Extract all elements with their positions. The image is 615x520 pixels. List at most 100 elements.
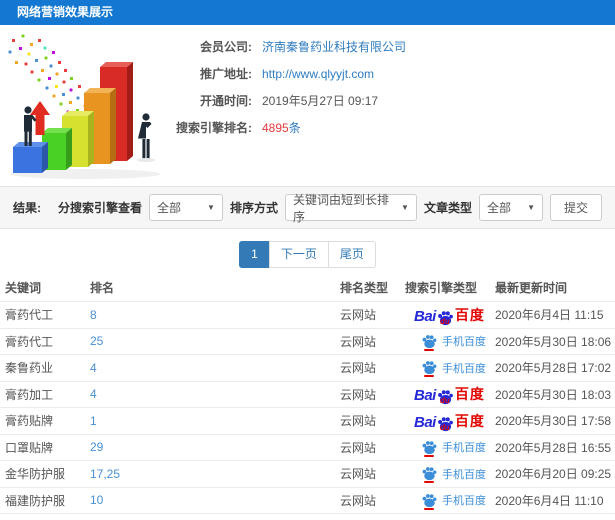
open-time-label: 开通时间: — [200, 94, 252, 108]
info-row-rank-count: 搜索引擎排名: 4895条 — [168, 114, 406, 141]
baidu-mobile-paw-icon — [422, 466, 437, 484]
rank-cell[interactable]: 4 — [85, 361, 335, 375]
pagination-next[interactable]: 下一页 — [268, 241, 329, 268]
rank-count-label: 搜索引擎排名: — [176, 121, 252, 135]
engine-cell: 手机百度 — [400, 466, 490, 484]
baidu-mobile-badge: 手机百度 — [422, 360, 486, 378]
keyword-cell: 福建防护服 — [5, 493, 66, 508]
sort-filter-label: 排序方式 — [229, 201, 278, 215]
updated-cell: 2020年6月4日 11:10 — [495, 493, 604, 508]
pagination-page-1[interactable]: 1 — [239, 241, 270, 268]
updated-cell: 2020年6月4日 11:15 — [495, 308, 604, 323]
rank-cell[interactable]: 29 — [85, 440, 335, 454]
baidu-mobile-badge: 手机百度 — [422, 333, 486, 351]
engine-cell: 手机百度 — [400, 333, 490, 351]
keyword-cell: 膏药贴牌 — [5, 414, 54, 429]
rank-type-cell: 云网站 — [340, 414, 377, 429]
table-row: 口罩贴牌 29 云网站 手机百度 2020年5月28日 16:55 — [0, 435, 615, 461]
rank-type-cell: 云网站 — [340, 440, 377, 455]
updated-cell: 2020年5月28日 16:55 — [495, 440, 612, 455]
baidu-mobile-paw-icon — [422, 493, 437, 510]
baidu-pc-logo: Bai du 百度 — [414, 412, 485, 432]
keyword-cell: 秦鲁药业 — [5, 361, 54, 376]
rank-cell[interactable]: 17,25 — [85, 467, 335, 481]
page-title: 网络营销效果展示 — [0, 0, 615, 25]
updated-cell: 2020年6月20日 09:25 — [495, 467, 612, 482]
keyword-cell: 膏药代工 — [5, 308, 54, 323]
engine-filter-select[interactable]: 全部 ▼ — [148, 194, 223, 221]
promo-url-link[interactable]: http://www.qlyyjt.com — [262, 67, 374, 81]
engine-filter-label: 分搜索引擎查看 — [57, 201, 142, 215]
baidu-mobile-paw-icon — [422, 360, 437, 378]
info-row-company: 会员公司: 济南秦鲁药业科技有限公司 — [168, 33, 406, 60]
table-row: 膏药加工 4 云网站 Bai du 百度 2020年5月30日 18:03 — [0, 382, 615, 408]
baidu-mobile-badge: 手机百度 — [422, 439, 486, 457]
header-rank: 排名 — [90, 281, 115, 295]
pagination: 1 下一页 尾页 — [0, 241, 615, 268]
table-row: 金华防护服 17,25 云网站 手机百度 2020年6月20日 09:25 — [0, 461, 615, 488]
updated-cell: 2020年5月30日 18:03 — [495, 387, 612, 402]
baidu-pc-logo: Bai du 百度 — [414, 306, 485, 326]
promo-url-label: 推广地址: — [200, 67, 252, 81]
engine-cell: Bai du 百度 — [400, 411, 490, 432]
keyword-cell: 金华防护服 — [5, 467, 66, 482]
rank-cell[interactable]: 25 — [85, 334, 335, 348]
updated-cell: 2020年5月28日 17:02 — [495, 361, 612, 376]
chevron-down-icon: ▼ — [207, 203, 215, 212]
updated-cell: 2020年5月30日 17:58 — [495, 414, 612, 429]
table-row: 膏药代工 8 云网站 Bai du 百度 2020年6月4日 11:15 — [0, 302, 615, 329]
keyword-cell: 膏药代工 — [5, 334, 54, 349]
company-link[interactable]: 济南秦鲁药业科技有限公司 — [262, 38, 406, 55]
updated-cell: 2020年5月30日 18:06 — [495, 334, 612, 349]
baidu-mobile-badge: 手机百度 — [422, 492, 486, 510]
info-row-opened: 开通时间: 2019年5月27日 09:17 — [168, 87, 406, 114]
rank-type-cell: 云网站 — [340, 334, 377, 349]
member-info-fields: 会员公司: 济南秦鲁药业科技有限公司 推广地址: http://www.qlyy… — [168, 33, 406, 141]
keyword-cell: 膏药加工 — [5, 387, 54, 402]
rank-cell[interactable]: 10 — [85, 493, 335, 507]
baidu-mobile-paw-icon — [422, 334, 437, 351]
baidu-mobile-badge: 手机百度 — [422, 466, 486, 484]
bar-chart-illustration — [8, 34, 160, 179]
sort-filter-value: 关键词由短到长排序 — [292, 192, 389, 224]
pagination-last[interactable]: 尾页 — [327, 241, 376, 268]
bar-blue — [13, 142, 48, 173]
rank-cell[interactable]: 4 — [85, 387, 335, 401]
member-info-panel: 会员公司: 济南秦鲁药业科技有限公司 推广地址: http://www.qlyy… — [0, 25, 615, 186]
baidu-mobile-paw-icon — [422, 440, 437, 457]
engine-cell: 手机百度 — [400, 360, 490, 378]
open-time-value: 2019年5月27日 09:17 — [262, 94, 379, 108]
marketing-report-page: 网络营销效果展示 会员公司: 济南秦鲁药业科技有限公司 推广地址: http:/… — [0, 0, 615, 520]
sort-filter-select[interactable]: 关键词由短到长排序 ▼ — [284, 193, 417, 224]
submit-button[interactable]: 提交 — [549, 194, 602, 221]
article-type-label: 文章类型 — [423, 201, 472, 215]
rank-cell[interactable]: 1 — [85, 414, 335, 428]
rank-type-cell: 云网站 — [340, 308, 377, 323]
rank-count-unit: 条 — [288, 121, 301, 135]
engine-cell: Bai du 百度 — [400, 384, 490, 406]
table-row: 膏药代工 25 云网站 手机百度 2020年5月30日 18:06 — [0, 329, 615, 355]
header-updated: 最新更新时间 — [495, 281, 568, 295]
header-keyword: 关键词 — [5, 281, 42, 295]
table-row: 膏药贴牌 1 云网站 Bai du 百度 2020年5月30日 17:58 — [0, 408, 615, 435]
engine-cell: 手机百度 — [400, 439, 490, 457]
article-type-value: 全部 — [486, 201, 511, 215]
engine-filter-value: 全部 — [156, 201, 181, 215]
rank-type-cell: 云网站 — [340, 467, 377, 482]
chevron-down-icon: ▼ — [527, 203, 535, 212]
filter-controls: 分搜索引擎查看 全部 ▼ 排序方式 关键词由短到长排序 ▼ 文章类型 全部 ▼ … — [57, 193, 602, 224]
rank-type-cell: 云网站 — [340, 361, 377, 376]
result-label: 结果: — [13, 201, 41, 215]
engine-cell: 手机百度 — [400, 492, 490, 510]
baidu-pc-logo: Bai du 百度 — [414, 386, 485, 406]
keyword-rank-table: 关键词 排名 排名类型 搜索引擎类型 最新更新时间 膏药代工 8 云网站 Bai… — [0, 274, 615, 520]
table-row: 福建防护服 10 云网站 手机百度 2020年6月4日 11:10 — [0, 488, 615, 514]
table-row: 手机百度 — [0, 514, 615, 520]
businessman-right — [137, 113, 155, 162]
rank-type-cell: 云网站 — [340, 387, 377, 402]
confetti-dots — [8, 34, 93, 116]
table-row: 秦鲁药业 4 云网站 手机百度 2020年5月28日 17:02 — [0, 355, 615, 382]
article-type-select[interactable]: 全部 ▼ — [478, 194, 543, 221]
table-header-row: 关键词 排名 排名类型 搜索引擎类型 最新更新时间 — [0, 274, 615, 302]
rank-cell[interactable]: 8 — [85, 308, 335, 322]
